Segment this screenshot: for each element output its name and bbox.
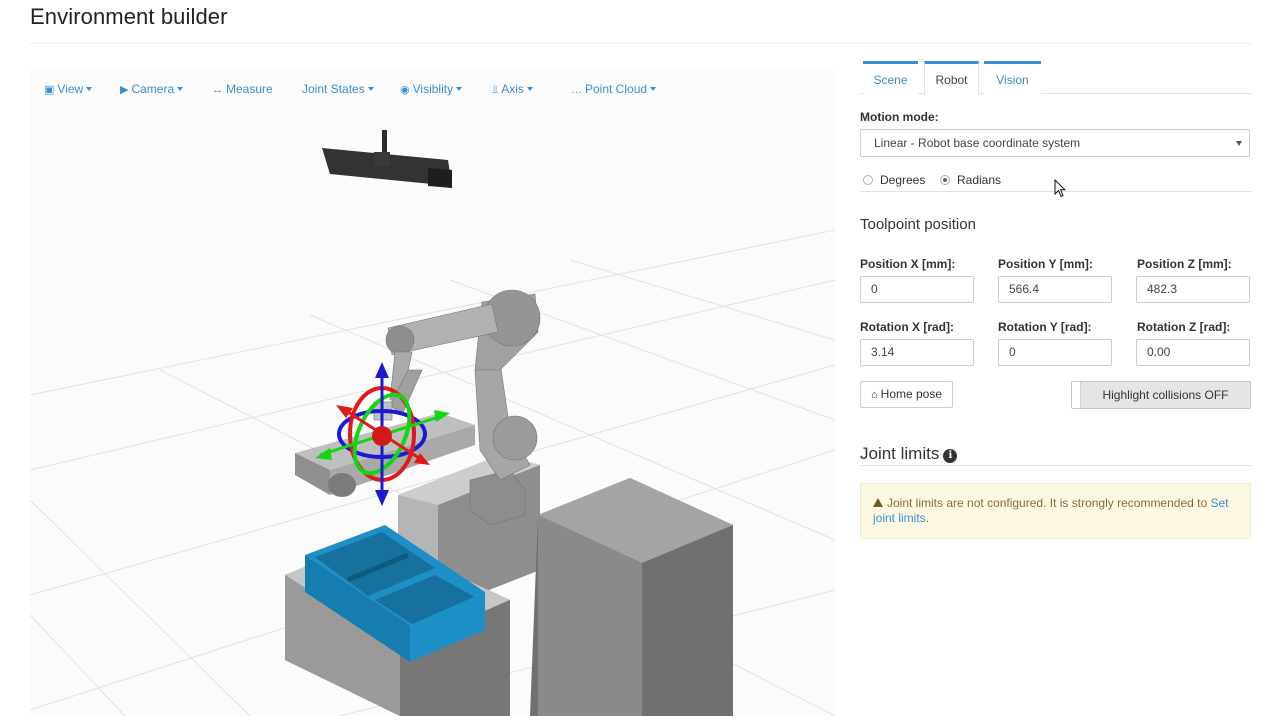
cube-icon: ▣: [44, 84, 55, 96]
cabinet: [530, 478, 733, 716]
rotation-y-label: Rotation Y [rad]:: [998, 320, 1092, 334]
position-x-label: Position X [mm]:: [860, 257, 956, 271]
3d-viewport[interactable]: ▣ View ▶ Camera ↔ Measure Joint States ◉ Vis…: [30, 70, 835, 716]
position-z-input[interactable]: 482.3: [1136, 276, 1250, 303]
motion-mode-select[interactable]: Linear - Robot base coordinate system: [860, 129, 1250, 157]
position-z-label: Position Z [mm]:: [1137, 257, 1232, 271]
motion-mode-label: Motion mode:: [860, 110, 939, 124]
3d-scene[interactable]: [30, 70, 835, 716]
page-title: Environment builder: [30, 4, 228, 29]
view-menu[interactable]: ▣ View: [44, 80, 93, 98]
rotation-x-label: Rotation X [rad]:: [860, 320, 954, 334]
radio-circle-icon: [863, 175, 873, 185]
tab-robot[interactable]: Robot: [924, 61, 979, 95]
caret-down-icon: [367, 87, 374, 91]
viewport-toolbar: ▣ View ▶ Camera ↔ Measure Joint States ◉ Vis…: [30, 80, 835, 98]
warning-icon: [873, 498, 883, 507]
tab-vision[interactable]: Vision: [984, 61, 1041, 94]
divider: [860, 465, 1251, 466]
caret-down-icon: [526, 87, 533, 91]
joint-limits-warning: Joint limits are not configured. It is s…: [860, 483, 1251, 539]
position-y-label: Position Y [mm]:: [998, 257, 1093, 271]
caret-down-icon: [86, 87, 93, 91]
axis-menu[interactable]: ⫫ Axis: [492, 80, 533, 98]
joint-states-menu[interactable]: Joint States: [302, 80, 374, 98]
title-divider: [30, 43, 1251, 44]
eye-icon: ◉: [400, 84, 410, 96]
radio-checked-icon: [940, 175, 950, 185]
caret-down-icon: [456, 87, 463, 91]
rotation-z-input[interactable]: 0.00: [1136, 339, 1250, 366]
caret-down-icon: [650, 87, 657, 91]
measure-button[interactable]: ↔ Measure: [212, 80, 273, 98]
camera-menu[interactable]: ▶ Camera: [120, 80, 184, 98]
visibility-menu[interactable]: ◉ Visiblity: [400, 80, 463, 98]
tab-scene[interactable]: Scene: [863, 61, 918, 94]
rotation-y-input[interactable]: 0: [998, 339, 1112, 366]
info-icon[interactable]: i: [943, 449, 958, 463]
radians-radio[interactable]: Radians: [940, 173, 1001, 187]
dots-icon: …: [571, 84, 582, 96]
degrees-radio[interactable]: Degrees: [863, 173, 925, 187]
overhead-camera: [322, 130, 452, 188]
position-y-input[interactable]: 566.4: [998, 276, 1112, 303]
point-cloud-menu[interactable]: … Point Cloud: [571, 80, 657, 98]
caret-down-icon: [177, 87, 184, 91]
caret-down-icon: [1236, 141, 1242, 146]
home-pose-button[interactable]: ⌂ Home pose: [860, 381, 953, 408]
highlight-collisions-toggle[interactable]: Highlight collisions OFF: [1071, 381, 1251, 409]
rotation-x-input[interactable]: 3.14: [860, 339, 974, 366]
home-icon: ⌂: [871, 389, 878, 401]
panel-tabs: Scene Robot Vision: [860, 60, 1251, 95]
video-camera-icon: ▶: [120, 84, 129, 96]
position-x-input[interactable]: 0: [860, 276, 974, 303]
toggle-knob: [1072, 382, 1081, 408]
toolpoint-title: Toolpoint position: [860, 216, 976, 233]
arrows-horizontal-icon: ↔: [212, 84, 223, 96]
joint-limits-title: Joint limits i: [860, 444, 958, 464]
axis-icon: ⫫: [492, 84, 499, 96]
rotation-z-label: Rotation Z [rad]:: [1137, 320, 1231, 334]
mouse-cursor-icon: [1054, 179, 1066, 198]
